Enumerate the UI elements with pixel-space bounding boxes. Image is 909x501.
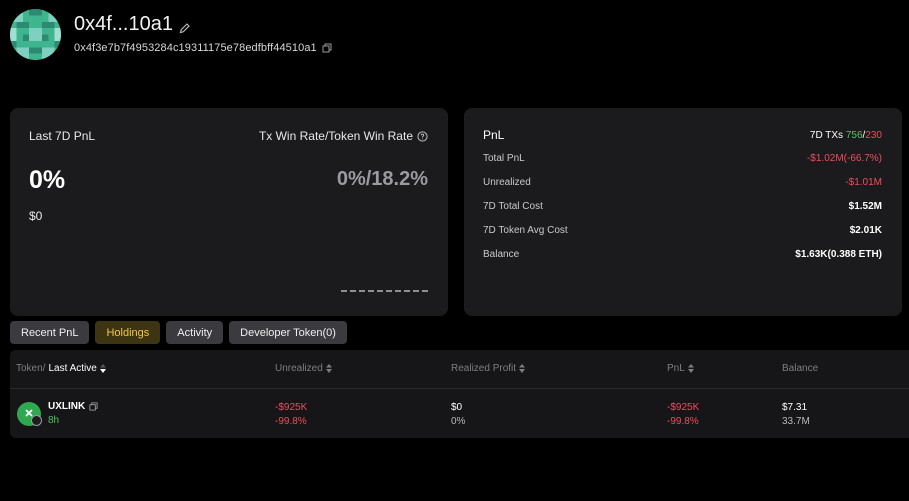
stat-label: 7D Token Avg Cost [483, 225, 568, 236]
help-icon[interactable] [417, 130, 428, 142]
cell-pnl: -$925K -99.8% [667, 402, 699, 427]
stats-header: PnL 7D TXs 756/230 [483, 128, 882, 142]
sort-icon [519, 364, 526, 373]
dash-mark [413, 290, 419, 292]
col-pnl[interactable]: PnL [667, 363, 694, 374]
col-pnl-label: PnL [667, 363, 685, 374]
dash-mark [422, 290, 428, 292]
winrate-label: Tx Win Rate/Token Win Rate [259, 129, 428, 143]
wallet-address-text: 0x4f3e7b7f4953284c19311175e78edfbff44510… [74, 42, 317, 54]
pnl-percent: -99.8% [667, 416, 699, 427]
wallet-name: 0x4f...10a1 [74, 13, 191, 36]
table-header: Token/Last Active Unrealized Realized Pr… [10, 350, 909, 389]
token-name[interactable]: UXLINK [48, 401, 99, 412]
pnl-summary-card: Last 7D PnL Tx Win Rate/Token Win Rate 0… [10, 108, 448, 316]
dash-mark [386, 290, 392, 292]
copy-icon[interactable] [89, 401, 99, 412]
cell-balance: $7.31 33.7M [782, 402, 810, 427]
dash-mark [404, 290, 410, 292]
col-realized-label: Realized Profit [451, 363, 517, 374]
winrate-value: 0%/18.2% [336, 168, 428, 190]
pnl-percent: 0% [29, 166, 66, 194]
dash-mark [341, 290, 347, 292]
stat-row-balance: Balance $1.63K(0.388 ETH) [483, 249, 882, 260]
stat-value: -$1.01M [845, 177, 882, 188]
col-token[interactable]: Token/Last Active [16, 363, 106, 374]
dash-mark [395, 290, 401, 292]
col-balance-label: Balance [782, 363, 819, 374]
pnl-amount: $0 [29, 209, 43, 223]
col-realized-profit[interactable]: Realized Profit [451, 363, 526, 374]
tab-bar: Recent PnL Holdings Activity Developer T… [10, 321, 347, 344]
dash-mark [368, 290, 374, 292]
pnl-stats-card: PnL 7D TXs 756/230 Total PnL -$1.02M(-66… [464, 108, 902, 316]
cell-realized: $0 0% [451, 402, 465, 427]
tab-recent-pnl[interactable]: Recent PnL [10, 321, 90, 344]
txs-losses: 230 [865, 129, 882, 141]
wallet-avatar [10, 9, 61, 60]
stat-label: Total PnL [483, 153, 525, 164]
txs-label: 7D TXs [809, 129, 844, 141]
stat-row-unrealized: Unrealized -$1.01M [483, 177, 882, 188]
stat-row-total-cost: 7D Total Cost $1.52M [483, 201, 882, 212]
tab-activity[interactable]: Activity [166, 321, 224, 344]
wallet-name-text: 0x4f...10a1 [74, 13, 173, 35]
pnl-label: Last 7D PnL [29, 129, 96, 143]
last-active-time: 8h [48, 415, 60, 426]
dash-mark [377, 290, 383, 292]
stat-value: $1.52M [848, 201, 882, 212]
sort-icon [687, 364, 694, 373]
holdings-table: Token/Last Active Unrealized Realized Pr… [10, 350, 909, 438]
realized-percent: 0% [451, 416, 466, 427]
stat-row-avg-cost: 7D Token Avg Cost $2.01K [483, 225, 882, 236]
stat-value: $1.63K(0.388 ETH) [795, 249, 882, 260]
col-unrealized-label: Unrealized [275, 363, 323, 374]
col-balance[interactable]: Balance [782, 363, 818, 374]
token-name-text: UXLINK [48, 401, 86, 412]
tab-holdings[interactable]: Holdings [95, 321, 161, 344]
copy-icon[interactable] [322, 43, 332, 53]
col-last-active-label: Last Active [48, 363, 97, 374]
stats-title: PnL [483, 128, 505, 142]
chain-badge-icon [31, 415, 42, 426]
stat-label: Unrealized [483, 177, 531, 188]
pnl-value: -$925K [667, 402, 700, 413]
sort-desc-icon [99, 364, 106, 373]
tab-developer-token[interactable]: Developer Token(0) [229, 321, 347, 344]
wallet-address: 0x4f3e7b7f4953284c19311175e78edfbff44510… [74, 42, 332, 54]
unrealized-value: -$925K [275, 402, 308, 413]
winrate-label-text: Tx Win Rate/Token Win Rate [258, 129, 413, 143]
unrealized-percent: -99.8% [275, 416, 307, 427]
edit-icon[interactable] [178, 18, 191, 34]
stat-label: Balance [483, 249, 520, 260]
distribution-placeholder [341, 290, 428, 292]
txs-count: 7D TXs 756/230 [810, 130, 882, 141]
col-unrealized[interactable]: Unrealized [275, 363, 332, 374]
dash-mark [350, 290, 356, 292]
stat-row-total-pnl: Total PnL -$1.02M(-66.7%) [483, 153, 882, 164]
stat-value: -$1.02M(-66.7%) [806, 153, 882, 164]
col-token-label: Token/ [16, 363, 46, 374]
txs-wins: 756 [845, 129, 863, 141]
balance-quantity: 33.7M [782, 416, 810, 427]
cell-unrealized: -$925K -99.8% [275, 402, 307, 427]
dash-mark [359, 290, 365, 292]
realized-value: $0 [451, 402, 463, 413]
stat-label: 7D Total Cost [483, 201, 543, 212]
stat-value: $2.01K [849, 225, 882, 236]
balance-value: $7.31 [782, 402, 808, 413]
sort-icon [325, 364, 332, 373]
